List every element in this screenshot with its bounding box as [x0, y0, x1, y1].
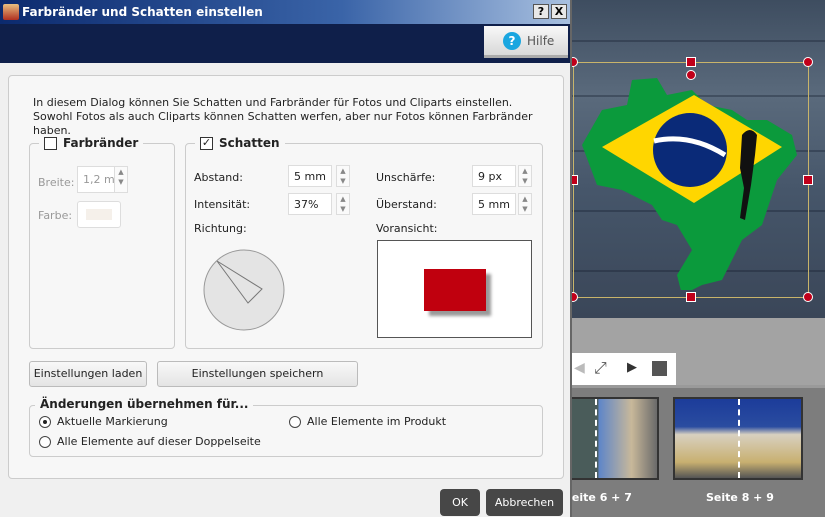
- abstand-spinner[interactable]: ▲ ▼: [336, 165, 350, 187]
- radio-aktuelle-markierung[interactable]: Aktuelle Markierung: [39, 415, 168, 428]
- radio-label: Alle Elemente im Produkt: [307, 415, 447, 428]
- unschaerfe-input[interactable]: 9 px: [472, 165, 516, 187]
- breite-value: 1,2 mm: [83, 173, 115, 186]
- ok-button[interactable]: OK: [440, 489, 480, 516]
- thumbnail-label: Seite 8 + 9: [706, 491, 774, 504]
- shadow-preview: [377, 240, 532, 338]
- thumbnail-strip[interactable]: Seite 6 + 7 Seite 8 + 9: [564, 388, 825, 517]
- shadow-border-dialog: Farbränder und Schatten einstellen ? X ?…: [0, 0, 572, 517]
- next-icon[interactable]: ▶: [627, 360, 637, 375]
- radio-selected[interactable]: [39, 415, 51, 428]
- apply-group: [29, 405, 543, 457]
- preview-rectangle: [424, 269, 486, 311]
- breite-input[interactable]: 1,2 mm: [77, 166, 117, 193]
- unschaerfe-spinner[interactable]: ▲ ▼: [518, 165, 532, 187]
- direction-dial[interactable]: [200, 246, 288, 334]
- dialog-title: Farbränder und Schatten einstellen: [22, 5, 263, 19]
- hilfe-button[interactable]: ? Hilfe: [484, 26, 568, 58]
- farbraender-checkbox[interactable]: Farbränder: [39, 136, 144, 150]
- radio-label: Aktuelle Markierung: [57, 415, 168, 428]
- farbe-picker[interactable]: [77, 201, 121, 228]
- help-icon: ?: [503, 32, 521, 50]
- prev-icon[interactable]: ◀: [574, 360, 585, 376]
- thumbnail-label: Seite 6 + 7: [564, 491, 632, 504]
- radio-alle-elemente-produkt[interactable]: Alle Elemente im Produkt: [289, 415, 446, 428]
- ueberstand-spinner[interactable]: ▲ ▼: [518, 193, 532, 215]
- farbraender-label: Farbränder: [63, 136, 139, 150]
- breite-spinner[interactable]: ▲ ▼: [114, 166, 128, 193]
- radio-unselected[interactable]: [39, 435, 51, 448]
- breite-label: Breite:: [38, 176, 75, 189]
- thumbnail-seite-8-9[interactable]: [673, 397, 803, 480]
- help-title-button[interactable]: ?: [533, 4, 549, 19]
- checkbox-checked[interactable]: ✓: [200, 136, 213, 150]
- radio-alle-elemente-doppelseite[interactable]: Alle Elemente auf dieser Doppelseite: [39, 435, 261, 448]
- schatten-label: Schatten: [219, 136, 280, 150]
- title-bar[interactable]: Farbränder und Schatten einstellen ? X: [0, 0, 570, 24]
- swap-layout-icon[interactable]: [652, 361, 667, 376]
- radio-label: Alle Elemente auf dieser Doppelseite: [57, 435, 261, 448]
- intensitaet-spinner[interactable]: ▲ ▼: [336, 193, 350, 215]
- fit-screen-icon[interactable]: ⤢: [594, 358, 607, 378]
- close-button[interactable]: X: [551, 4, 567, 19]
- intensitaet-input[interactable]: 37%: [288, 193, 332, 215]
- color-swatch: [86, 209, 112, 220]
- page-canvas[interactable]: [568, 0, 825, 318]
- radio-unselected[interactable]: [289, 415, 301, 428]
- cancel-button[interactable]: Abbrechen: [486, 489, 563, 516]
- intro-text: In diesem Dialog können Sie Schatten und…: [33, 96, 533, 137]
- ueberstand-label: Überstand:: [376, 198, 437, 211]
- unschaerfe-label: Unschärfe:: [376, 171, 436, 184]
- ueberstand-input[interactable]: 5 mm: [472, 193, 516, 215]
- page-toolbar: ◀ ⤢ ▶: [572, 353, 676, 385]
- hilfe-label: Hilfe: [527, 34, 555, 48]
- richtung-label: Richtung:: [194, 222, 247, 235]
- abstand-label: Abstand:: [194, 171, 243, 184]
- toolbar-rest: [676, 353, 825, 385]
- selection-box[interactable]: [568, 57, 813, 302]
- voransicht-label: Voransicht:: [376, 222, 438, 235]
- thumbnail-seite-6-7[interactable]: [570, 397, 659, 480]
- schatten-checkbox[interactable]: ✓ Schatten: [195, 136, 285, 150]
- unschaerfe-value: 9 px: [478, 169, 502, 183]
- intensitaet-value: 37%: [294, 197, 319, 211]
- abstand-input[interactable]: 5 mm: [288, 165, 332, 187]
- save-settings-button[interactable]: Einstellungen speichern: [157, 361, 358, 387]
- checkbox-unchecked[interactable]: [44, 136, 57, 150]
- abstand-value: 5 mm: [294, 169, 326, 183]
- load-settings-button[interactable]: Einstellungen laden: [29, 361, 147, 387]
- ueberstand-value: 5 mm: [478, 197, 510, 211]
- apply-label: Änderungen übernehmen für...: [35, 397, 254, 411]
- canvas-background: [572, 318, 825, 353]
- intensitaet-label: Intensität:: [194, 198, 251, 211]
- farbe-label: Farbe:: [38, 209, 73, 222]
- app-icon: [3, 4, 19, 20]
